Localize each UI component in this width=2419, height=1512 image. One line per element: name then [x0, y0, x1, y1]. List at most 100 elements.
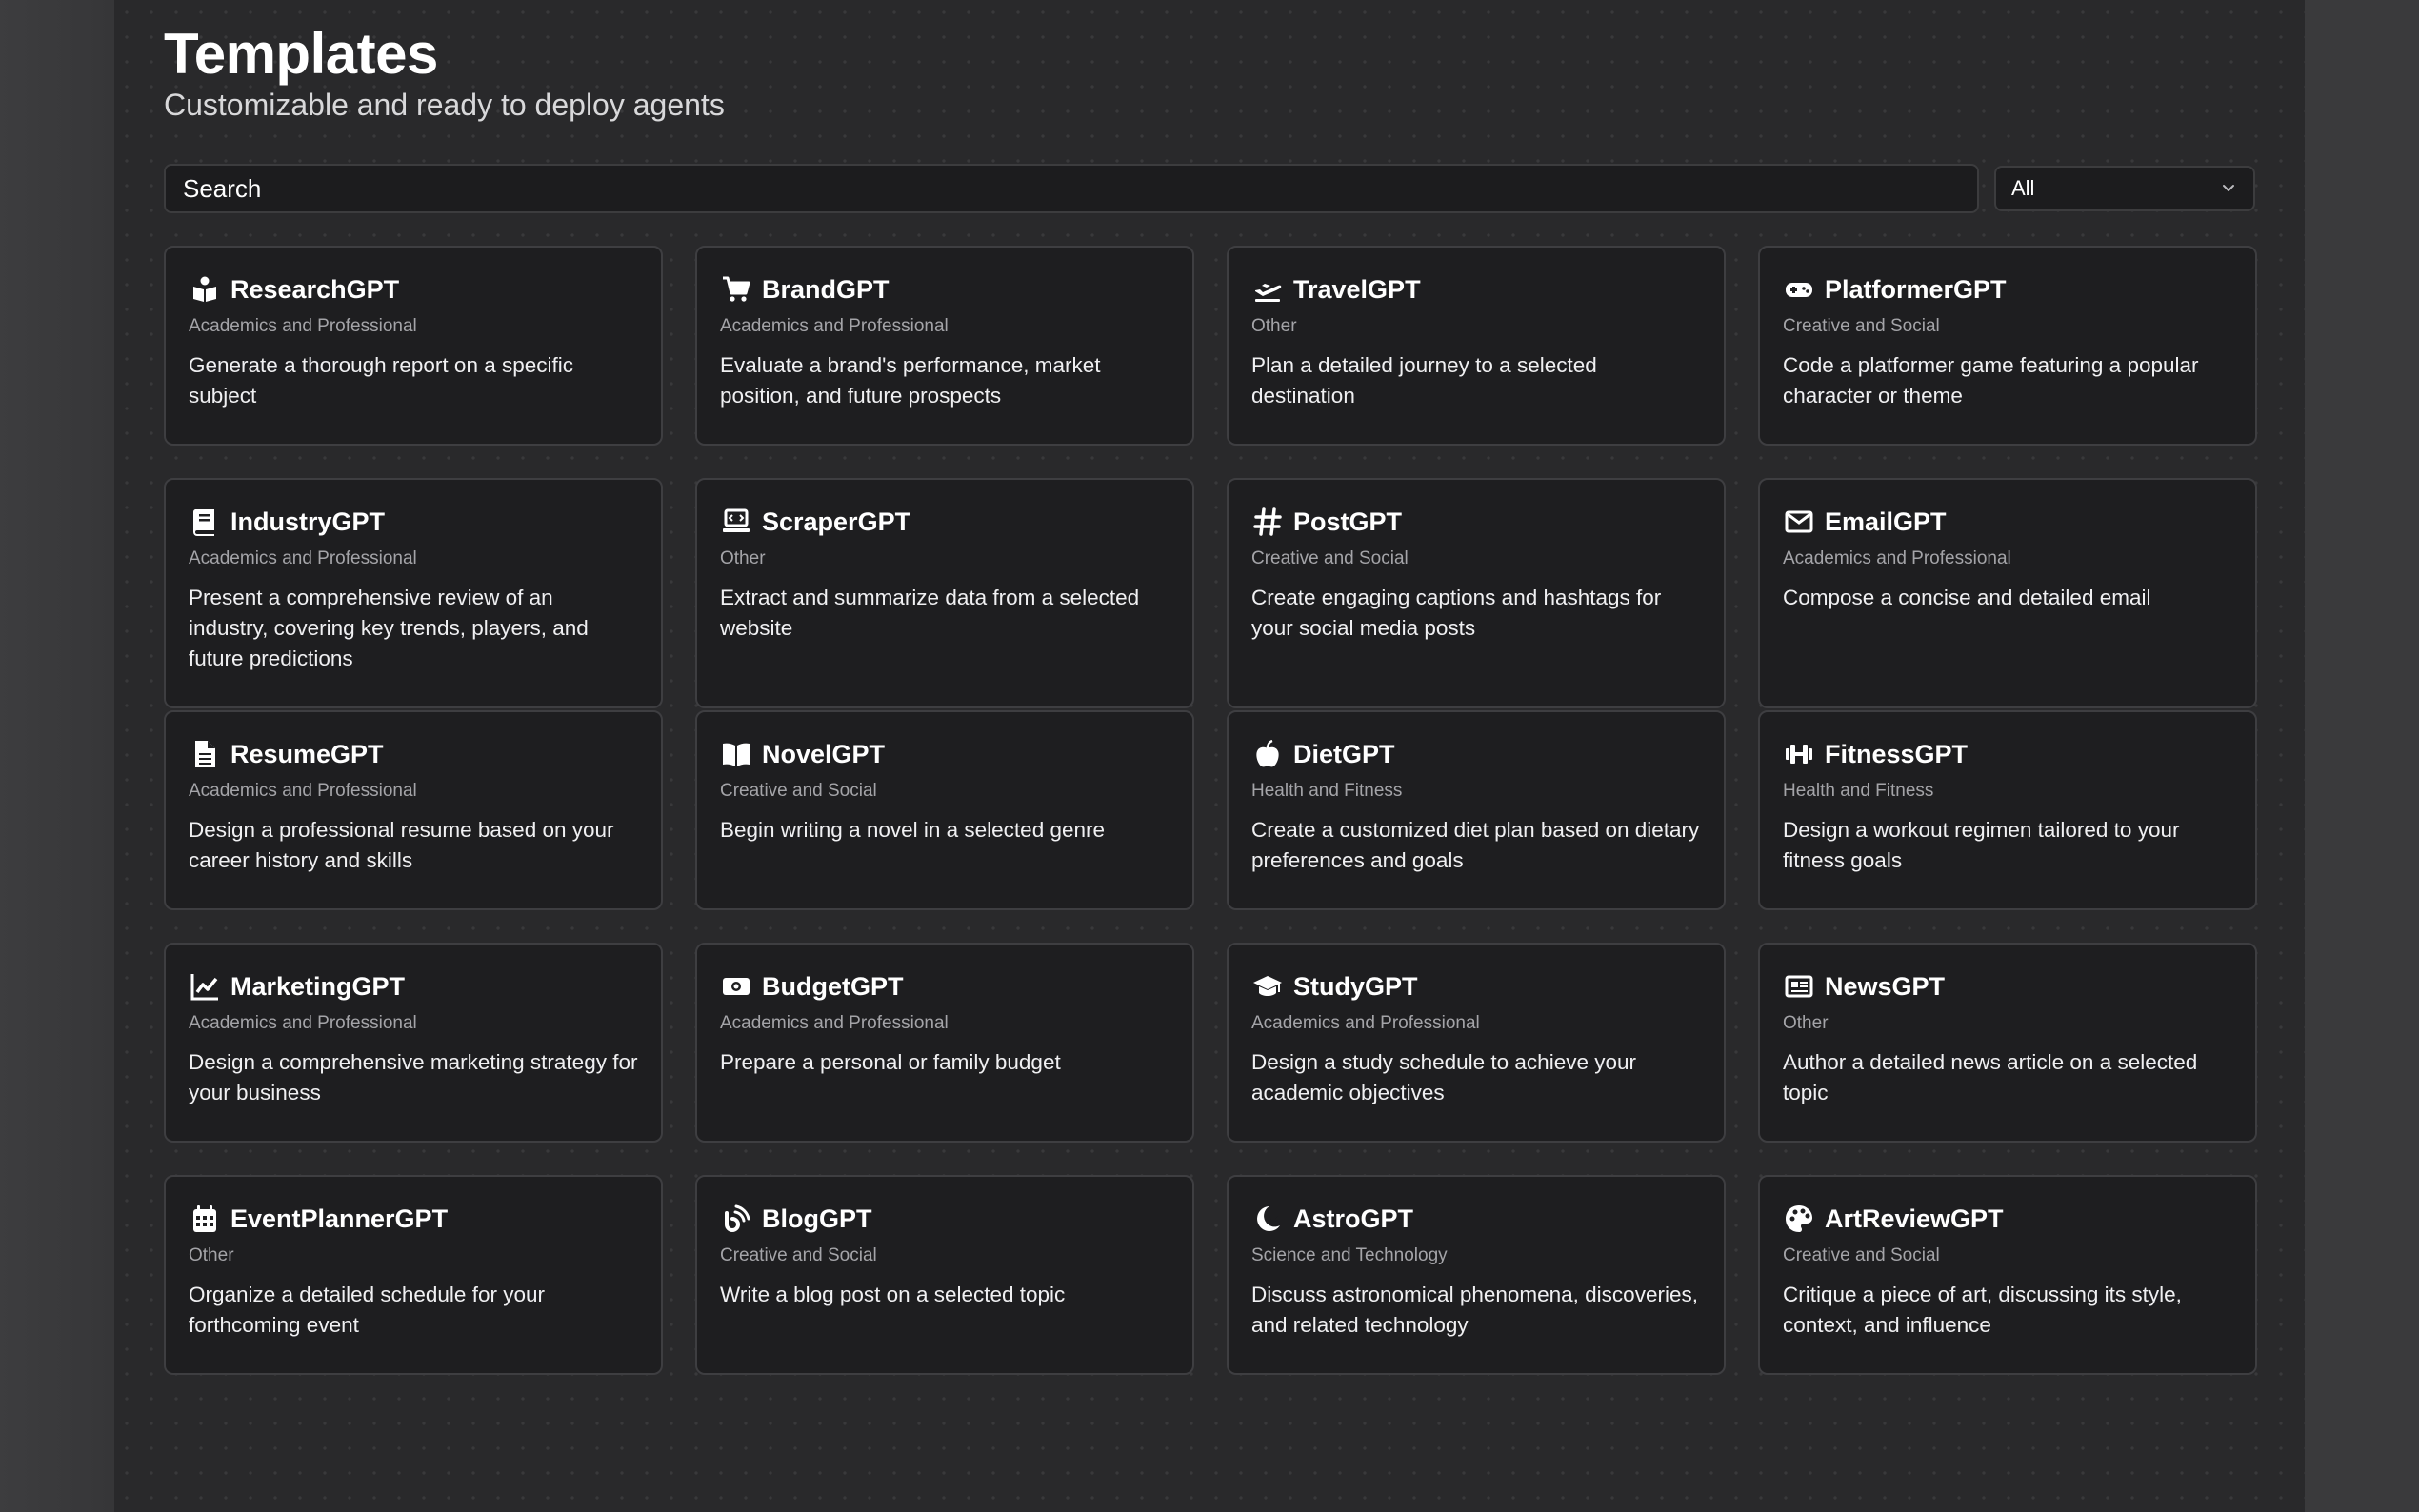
template-card-newsgpt[interactable]: NewsGPT Other Author a detailed news artic…: [1758, 943, 2257, 1143]
card-description: Design a comprehensive marketing strateg…: [189, 1050, 638, 1104]
template-card-scrapergpt[interactable]: ScraperGPT Other Extract and summarize dat…: [695, 478, 1194, 708]
card-header: BudgetGPT: [720, 969, 1170, 1004]
card-header: ResumeGPT: [189, 737, 638, 771]
card-description: Evaluate a brand's performance, market p…: [720, 353, 1101, 408]
card-header: PlatformerGPT: [1783, 272, 2232, 307]
apple-icon: [1251, 738, 1284, 770]
card-header: TravelGPT: [1251, 272, 1701, 307]
card-description: Design a study schedule to achieve your …: [1251, 1050, 1636, 1104]
card-title: ResumeGPT: [230, 739, 384, 768]
card-title: ScraperGPT: [762, 507, 911, 536]
page-title: Templates: [164, 22, 438, 86]
category-filter-select[interactable]: All: [1994, 166, 2255, 211]
template-card-astrogpt[interactable]: AstroGPT Science and Technology Discuss as…: [1227, 1175, 1726, 1375]
card-header: MarketingGPT: [189, 969, 638, 1004]
card-title: BrandGPT: [762, 274, 890, 304]
card-description: Generate a thorough report on a specific…: [189, 353, 574, 408]
money-bill-icon: [720, 970, 752, 1003]
template-card-resumegpt[interactable]: ResumeGPT Academics and Professional Desig…: [164, 710, 663, 910]
template-card-studygpt[interactable]: StudyGPT Academics and Professional Design…: [1227, 943, 1726, 1143]
card-header: NovelGPT: [720, 737, 1170, 771]
card-description: Write a blog post on a selected topic: [720, 1283, 1066, 1306]
laptop-code-icon: [720, 506, 752, 538]
card-title: ResearchGPT: [230, 274, 400, 304]
graduation-cap-icon: [1251, 970, 1284, 1003]
card-title: EventPlannerGPT: [230, 1204, 449, 1233]
hashtag-icon: [1251, 506, 1284, 538]
search-input[interactable]: [164, 164, 1979, 213]
card-title: StudyGPT: [1293, 971, 1418, 1001]
card-header: EventPlannerGPT: [189, 1202, 638, 1236]
card-category: Health and Fitness: [1251, 781, 1403, 801]
envelope-icon: [1783, 506, 1815, 538]
card-title: EmailGPT: [1825, 507, 1947, 536]
card-title: TravelGPT: [1293, 274, 1421, 304]
card-description: Organize a detailed schedule for your fo…: [189, 1283, 545, 1337]
template-card-postgpt[interactable]: PostGPT Creative and Social Create engagin…: [1227, 478, 1726, 708]
left-gutter: [0, 0, 114, 1512]
template-card-marketinggpt[interactable]: MarketingGPT Academics and Professional De…: [164, 943, 663, 1143]
card-title: NewsGPT: [1825, 971, 1946, 1001]
card-description: Plan a detailed journey to a selected de…: [1251, 353, 1597, 408]
template-card-novelgpt[interactable]: NovelGPT Creative and Social Begin writing…: [695, 710, 1194, 910]
card-description: Create a customized diet plan based on d…: [1251, 818, 1700, 872]
card-category: Other: [1783, 1013, 1829, 1033]
template-card-platformergpt[interactable]: PlatformerGPT Creative and Social Code a p…: [1758, 246, 2257, 446]
card-category: Creative and Social: [1783, 316, 1940, 336]
blog-icon: [720, 1203, 752, 1235]
gamepad-icon: [1783, 273, 1815, 306]
card-header: IndustryGPT: [189, 505, 638, 539]
open-book-icon: [720, 738, 752, 770]
card-header: DietGPT: [1251, 737, 1701, 771]
template-card-bloggpt[interactable]: BlogGPT Creative and Social Write a blog p…: [695, 1175, 1194, 1375]
card-category: Creative and Social: [1251, 548, 1409, 568]
template-card-travelgpt[interactable]: TravelGPT Other Plan a detailed journey to…: [1227, 246, 1726, 446]
right-gutter: [2305, 0, 2419, 1512]
template-card-researchgpt[interactable]: ResearchGPT Academics and Professional Gen…: [164, 246, 663, 446]
card-description: Present a comprehensive review of an ind…: [189, 586, 589, 670]
card-description: Extract and summarize data from a select…: [720, 586, 1140, 640]
card-header: ResearchGPT: [189, 272, 638, 307]
template-card-brandgpt[interactable]: BrandGPT Academics and Professional Evalua…: [695, 246, 1194, 446]
card-category: Creative and Social: [1783, 1245, 1940, 1265]
card-title: MarketingGPT: [230, 971, 406, 1001]
card-category: Science and Technology: [1251, 1245, 1448, 1265]
template-card-dietgpt[interactable]: DietGPT Health and Fitness Create a custom…: [1227, 710, 1726, 910]
cart-icon: [720, 273, 752, 306]
card-description: Begin writing a novel in a selected genr…: [720, 818, 1106, 842]
card-title: IndustryGPT: [230, 507, 386, 536]
user-book-icon: [189, 273, 221, 306]
template-card-artreviewgpt[interactable]: ArtReviewGPT Creative and Social Critique …: [1758, 1175, 2257, 1375]
plane-departure-icon: [1251, 273, 1284, 306]
page-subtitle: Customizable and ready to deploy agents: [164, 88, 725, 122]
card-description: Author a detailed news article on a sele…: [1783, 1050, 2198, 1104]
template-card-eventplannergpt[interactable]: EventPlannerGPT Other Organize a detailed …: [164, 1175, 663, 1375]
chevron-down-icon: [2223, 185, 2234, 191]
template-card-fitnessgpt[interactable]: FitnessGPT Health and Fitness Design a wor…: [1758, 710, 2257, 910]
card-header: AstroGPT: [1251, 1202, 1701, 1236]
card-title: AstroGPT: [1293, 1204, 1414, 1233]
card-title: NovelGPT: [762, 739, 886, 768]
card-header: FitnessGPT: [1783, 737, 2232, 771]
card-description: Compose a concise and detailed email: [1783, 586, 2151, 609]
card-category: Other: [189, 1245, 234, 1265]
card-description: Design a workout regimen tailored to you…: [1783, 818, 2180, 872]
card-header: PostGPT: [1251, 505, 1701, 539]
card-category: Academics and Professional: [720, 1013, 949, 1033]
template-card-industrygpt[interactable]: IndustryGPT Academics and Professional Pre…: [164, 478, 663, 708]
chart-line-icon: [189, 970, 221, 1003]
card-header: BrandGPT: [720, 272, 1170, 307]
card-header: ArtReviewGPT: [1783, 1202, 2232, 1236]
template-card-budgetgpt[interactable]: BudgetGPT Academics and Professional Prepa…: [695, 943, 1194, 1143]
newspaper-icon: [1783, 970, 1815, 1003]
card-description: Critique a piece of art, discussing its …: [1783, 1283, 2182, 1337]
template-card-emailgpt[interactable]: EmailGPT Academics and Professional Compos…: [1758, 478, 2257, 708]
card-category: Academics and Professional: [1251, 1013, 1480, 1033]
card-category: Academics and Professional: [189, 1013, 417, 1033]
card-title: PostGPT: [1293, 507, 1403, 536]
card-description: Discuss astronomical phenomena, discover…: [1251, 1283, 1698, 1337]
card-title: FitnessGPT: [1825, 739, 1969, 768]
card-description: Prepare a personal or family budget: [720, 1050, 1061, 1074]
card-header: EmailGPT: [1783, 505, 2232, 539]
card-category: Creative and Social: [720, 1245, 877, 1265]
